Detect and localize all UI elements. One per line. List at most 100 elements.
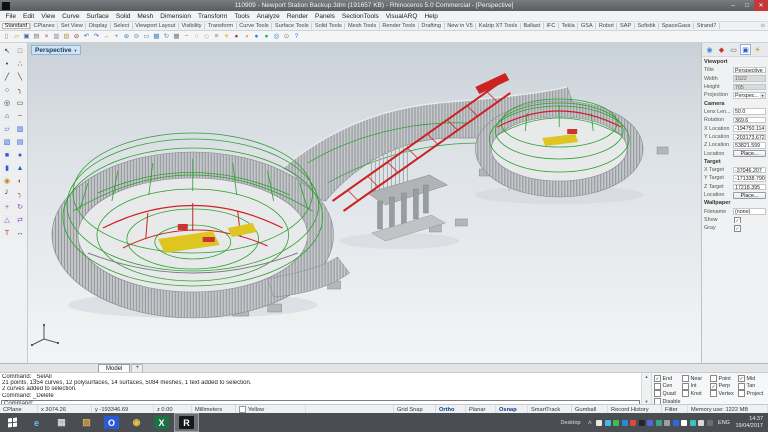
- circle-icon[interactable]: ○: [1, 84, 13, 96]
- box-icon[interactable]: ■: [1, 149, 13, 161]
- lamp-icon[interactable]: ☀: [222, 32, 231, 41]
- toolbar-tab[interactable]: Ballast: [521, 23, 544, 29]
- material-icon[interactable]: ●: [232, 32, 241, 41]
- property-value[interactable]: (none): [733, 208, 766, 215]
- property-value[interactable]: Perspec...: [733, 92, 766, 99]
- start-button[interactable]: [0, 413, 24, 432]
- osnap-toggle[interactable]: Quad: [654, 390, 682, 398]
- tray-icon[interactable]: [673, 420, 679, 426]
- show-objects-icon[interactable]: ○: [192, 32, 201, 41]
- delete-icon[interactable]: ⊘: [72, 32, 81, 41]
- property-value[interactable]: Place...: [733, 192, 766, 199]
- toolbar-options-icon[interactable]: ⊙: [761, 23, 765, 29]
- toolbar-tab[interactable]: Drafting: [419, 23, 445, 29]
- property-value[interactable]: 705: [733, 84, 766, 91]
- viewport-tab-icon[interactable]: ▣: [740, 44, 751, 55]
- save-file-icon[interactable]: ▣: [22, 32, 31, 41]
- command-scrollbar[interactable]: ▲ ▼: [641, 373, 651, 405]
- toolbar-tab[interactable]: Set View: [58, 23, 86, 29]
- menu-item[interactable]: Tools: [231, 13, 253, 20]
- toolbar-tab[interactable]: CPlanes: [31, 23, 58, 29]
- toolbar-tab[interactable]: SpaceGass: [659, 23, 694, 29]
- menu-item[interactable]: Dimension: [157, 13, 195, 20]
- tray-icon[interactable]: [596, 420, 602, 426]
- toolbar-tab[interactable]: Visibility: [179, 23, 205, 29]
- tray-icon[interactable]: [707, 420, 713, 426]
- polyline-icon[interactable]: ╱: [1, 71, 13, 83]
- toolbar-tab[interactable]: Standard: [2, 23, 31, 29]
- language-indicator[interactable]: ENG: [718, 420, 730, 426]
- loft-icon[interactable]: ▨: [14, 123, 26, 135]
- materials-tab-icon[interactable]: ◆: [716, 44, 727, 55]
- menu-item[interactable]: Transform: [195, 13, 231, 20]
- toolbar-tab[interactable]: Viewport Layout: [133, 23, 179, 29]
- osnap-toggle[interactable]: Vertex: [710, 390, 738, 398]
- curve-icon[interactable]: ~: [14, 110, 26, 122]
- chrome-icon[interactable]: ◉: [124, 413, 149, 432]
- zoom-window-icon[interactable]: ▭: [142, 32, 151, 41]
- zoom-in-icon[interactable]: ⊕: [122, 32, 131, 41]
- lock-objects-icon[interactable]: ◇: [202, 32, 211, 41]
- point-cloud-icon[interactable]: ∴: [14, 58, 26, 70]
- osnap-toggle[interactable]: Tan: [738, 383, 766, 391]
- text-tool-icon[interactable]: T: [1, 227, 13, 239]
- property-value[interactable]: 53821.599: [733, 142, 766, 149]
- globe-icon[interactable]: ◎: [272, 32, 281, 41]
- toolbar-tab[interactable]: SAP: [617, 23, 634, 29]
- help-icon[interactable]: ?: [292, 32, 301, 41]
- select-arrow-icon[interactable]: ↖: [1, 45, 13, 57]
- osnap-toggle[interactable]: Near: [682, 375, 710, 383]
- toolbar-tab[interactable]: Tekla: [559, 23, 578, 29]
- tray-icon[interactable]: [656, 420, 662, 426]
- tray-icon[interactable]: [647, 420, 653, 426]
- tray-icon[interactable]: [630, 420, 636, 426]
- toolbar-tab[interactable]: Mesh Tools: [345, 23, 379, 29]
- render-icon[interactable]: ◑: [242, 32, 251, 41]
- osnap-toggle[interactable]: Int: [682, 383, 710, 391]
- tray-icon[interactable]: [690, 420, 696, 426]
- toolbar-tab[interactable]: Robot: [596, 23, 617, 29]
- undo-icon[interactable]: ↶: [82, 32, 91, 41]
- taskbar-clock[interactable]: 14:37 19/04/2017: [735, 416, 763, 429]
- property-value[interactable]: [733, 225, 766, 232]
- menu-item[interactable]: Solid: [112, 13, 133, 20]
- zoom-out-icon[interactable]: ⊖: [132, 32, 141, 41]
- cone-icon[interactable]: ▲: [14, 162, 26, 174]
- osnap-toggle[interactable]: Point: [710, 375, 738, 383]
- menu-item[interactable]: Edit: [19, 13, 37, 20]
- menu-item[interactable]: Panels: [312, 13, 339, 20]
- menu-item[interactable]: Curve: [59, 13, 83, 20]
- property-value[interactable]: -194750.114: [733, 125, 766, 132]
- excel-icon[interactable]: X: [149, 413, 174, 432]
- osnap-toggle[interactable]: End: [654, 375, 682, 383]
- line-icon[interactable]: ╲: [14, 71, 26, 83]
- property-value[interactable]: 17218.395: [733, 184, 766, 191]
- rotate-tool-icon[interactable]: ↻: [14, 201, 26, 213]
- perspective-viewport[interactable]: Perspective ▼: [28, 43, 701, 363]
- toolbar-tab[interactable]: Select: [111, 23, 133, 29]
- rhino-taskbar-icon[interactable]: R: [174, 413, 199, 432]
- boolean-union-icon[interactable]: ◉: [1, 175, 13, 187]
- properties-tab-icon[interactable]: ◉: [704, 44, 715, 55]
- menu-item[interactable]: VisualARQ: [382, 13, 421, 20]
- toolbar-tab[interactable]: Transform: [205, 23, 236, 29]
- toolbar-tab[interactable]: Strand7: [694, 23, 720, 29]
- property-value[interactable]: [733, 217, 766, 224]
- minimize-button[interactable]: –: [726, 0, 740, 11]
- dimension-icon[interactable]: ↔: [14, 227, 26, 239]
- property-value[interactable]: 50.0: [733, 108, 766, 115]
- scale-tool-icon[interactable]: △: [1, 214, 13, 226]
- tray-icon[interactable]: [613, 420, 619, 426]
- osnap-toggle[interactable]: Knot: [682, 390, 710, 398]
- viewport-title-tab[interactable]: Perspective ▼: [31, 45, 81, 55]
- menu-item[interactable]: SectionTools: [338, 13, 382, 20]
- arc-icon[interactable]: ╮: [14, 84, 26, 96]
- toolbar-tab[interactable]: Display: [86, 23, 111, 29]
- print-icon[interactable]: ▤: [32, 32, 41, 41]
- menu-item[interactable]: View: [38, 13, 59, 20]
- open-file-icon[interactable]: ▱: [12, 32, 21, 41]
- osnap-toggle[interactable]: Cen: [654, 383, 682, 391]
- property-value[interactable]: -37046.207: [733, 167, 766, 174]
- command-history[interactable]: Command: _SelAll21 points, 1354 curves, …: [0, 373, 641, 400]
- menu-item[interactable]: Help: [421, 13, 441, 20]
